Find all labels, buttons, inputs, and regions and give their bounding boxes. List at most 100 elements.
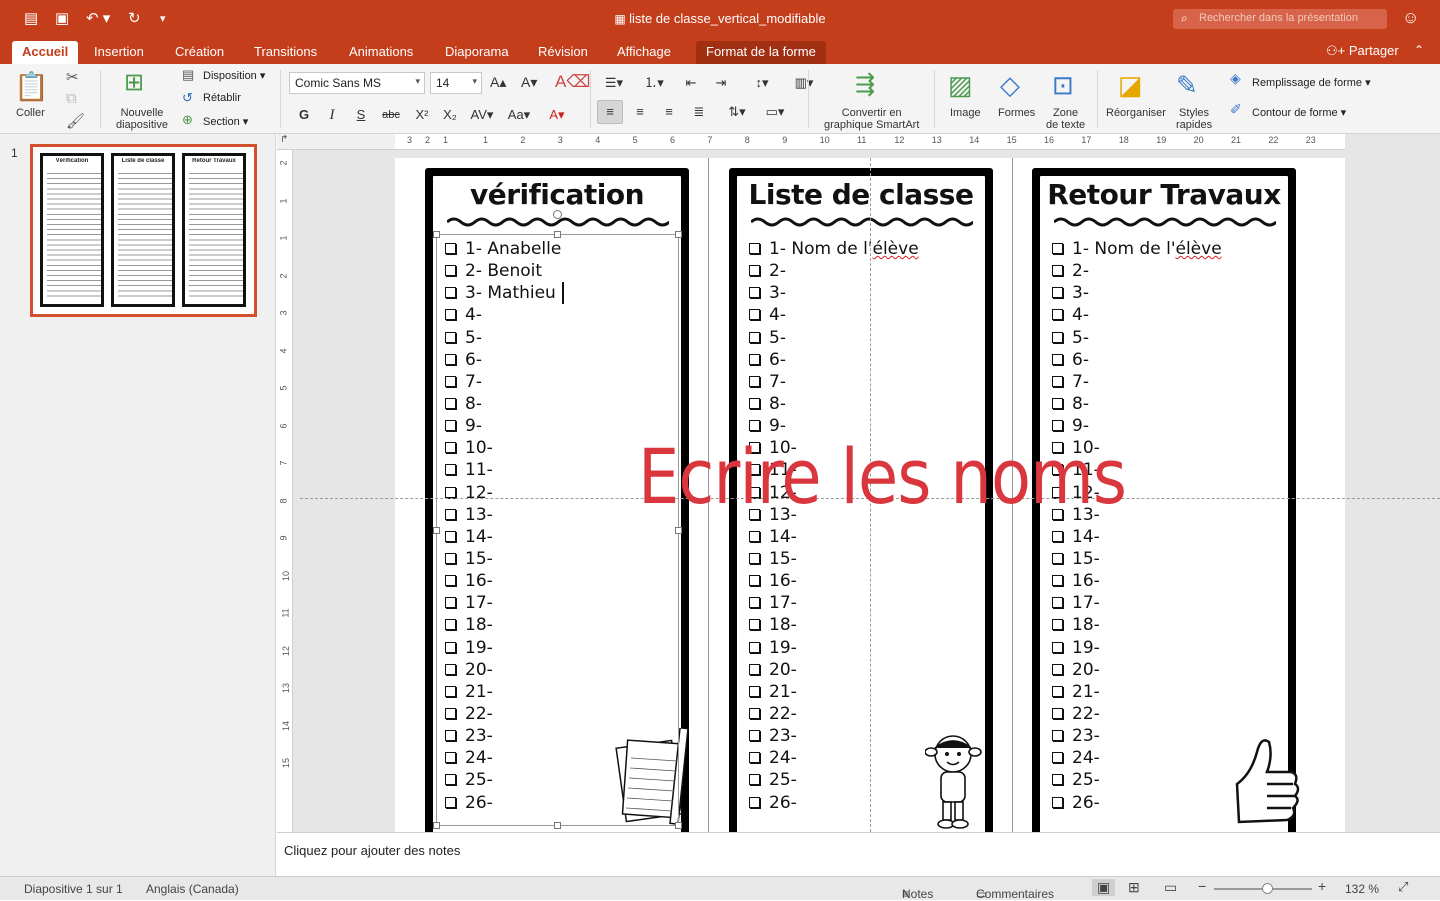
layout-button[interactable]: Disposition ▾ — [203, 69, 265, 82]
zoom-out-icon[interactable]: − — [1198, 878, 1206, 894]
list-item[interactable]: 5- — [749, 327, 919, 349]
resize-handle[interactable] — [675, 822, 682, 829]
list-item[interactable]: 17- — [749, 592, 919, 614]
tab-stop-icon[interactable]: ↱ — [280, 134, 288, 145]
decrease-indent-icon[interactable]: ⇤ — [678, 71, 704, 95]
tab-transitions[interactable]: Transitions — [254, 44, 317, 59]
list-item[interactable]: 6- — [749, 349, 919, 371]
quick-styles-icon[interactable]: ✎ — [1176, 70, 1198, 101]
list-item[interactable]: 20- — [1052, 659, 1222, 681]
character-spacing-icon[interactable]: AV▾ — [468, 104, 496, 126]
quick-styles-button[interactable]: Styles rapides — [1176, 107, 1212, 131]
italic-button[interactable]: I — [320, 104, 344, 126]
resize-handle[interactable] — [554, 822, 561, 829]
cut-icon[interactable]: ✂ — [66, 68, 79, 86]
list-item[interactable]: 1- Nom de l'élève — [1052, 238, 1222, 260]
list-item[interactable]: 8- — [749, 393, 919, 415]
slide-thumbnail[interactable]: Vérification Liste de classe Retour Trav… — [30, 144, 257, 317]
copy-icon[interactable]: ⧉ — [66, 90, 77, 107]
arrange-icon[interactable]: ◪ — [1118, 70, 1143, 101]
zoom-in-icon[interactable]: + — [1318, 878, 1326, 894]
name-list[interactable]: 1- Nom de l'élève 2- 3- 4- 5- 6- 7- 8- 9- 10- 11- 1… — [1052, 238, 1222, 814]
bullets-icon[interactable]: ☰▾ — [596, 71, 632, 95]
new-slide-label[interactable]: Nouvelle diapositive — [116, 107, 168, 131]
list-item[interactable]: 24- — [1052, 747, 1222, 769]
normal-view-icon[interactable]: ▣ — [1092, 879, 1116, 896]
align-text-icon[interactable]: ▭▾ — [758, 100, 792, 124]
list-item[interactable]: 22- — [749, 703, 919, 725]
list-item[interactable]: 4- — [1052, 304, 1222, 326]
list-item[interactable]: 22- — [1052, 703, 1222, 725]
align-left-icon[interactable]: ≡ — [597, 100, 623, 124]
font-color-icon[interactable]: A▾ — [542, 104, 572, 126]
smartart-icon[interactable]: ⇶ — [855, 70, 875, 99]
list-item[interactable]: 24- — [749, 747, 919, 769]
resize-handle[interactable] — [433, 527, 440, 534]
list-item[interactable]: 19- — [749, 637, 919, 659]
tab-animations[interactable]: Animations — [349, 44, 413, 59]
list-item[interactable]: 14- — [749, 526, 919, 548]
section-button[interactable]: Section ▾ — [203, 115, 248, 128]
list-item[interactable]: 14- — [1052, 526, 1222, 548]
list-item[interactable]: 26- — [1052, 792, 1222, 814]
shape-fill-button[interactable]: Remplissage de forme ▾ — [1252, 76, 1371, 89]
align-right-icon[interactable]: ≡ — [656, 100, 682, 124]
list-item[interactable]: 26- — [749, 792, 919, 814]
textbox-button[interactable]: Zone de texte — [1046, 107, 1085, 131]
list-item[interactable]: 25- — [749, 769, 919, 791]
image-icon[interactable]: ▨ — [948, 70, 973, 101]
zoom-slider-knob[interactable] — [1262, 883, 1273, 894]
align-center-icon[interactable]: ≡ — [627, 100, 653, 124]
list-item[interactable]: 4- — [749, 304, 919, 326]
list-item[interactable]: 23- — [749, 725, 919, 747]
list-item[interactable]: 6- — [1052, 349, 1222, 371]
clear-formatting-icon[interactable]: A⌫ — [555, 72, 590, 92]
shapes-icon[interactable]: ◇ — [1000, 70, 1020, 101]
tab-diaporama[interactable]: Diaporama — [445, 44, 509, 59]
fit-to-window-icon[interactable]: ⤢ — [1398, 879, 1408, 895]
new-slide-icon[interactable]: ⊞ — [124, 68, 144, 97]
list-item[interactable]: 7- — [1052, 371, 1222, 393]
justify-icon[interactable]: ≣ — [686, 100, 712, 124]
notes-pane[interactable]: Cliquez pour ajouter des notes — [277, 832, 1440, 876]
list-item[interactable]: 21- — [1052, 681, 1222, 703]
slide-sorter-icon[interactable]: ⊞ — [1128, 879, 1140, 896]
list-item[interactable]: 5- — [1052, 327, 1222, 349]
list-item[interactable]: 15- — [1052, 548, 1222, 570]
paste-icon[interactable]: 📋 — [14, 70, 49, 103]
list-item[interactable]: 17- — [1052, 592, 1222, 614]
list-item[interactable]: 23- — [1052, 725, 1222, 747]
list-item[interactable]: 2- — [1052, 260, 1222, 282]
collapse-ribbon-icon[interactable]: ⌃ — [1414, 43, 1424, 57]
list-item[interactable]: 16- — [1052, 570, 1222, 592]
list-item[interactable]: 3- — [1052, 282, 1222, 304]
shrink-font-icon[interactable]: A▾ — [521, 74, 537, 91]
bold-button[interactable]: G — [292, 104, 316, 126]
list-item[interactable]: 25- — [1052, 769, 1222, 791]
increase-indent-icon[interactable]: ⇥ — [708, 71, 734, 95]
subscript-icon[interactable]: X₂ — [438, 104, 462, 126]
tab-format-de-la-forme[interactable]: Format de la forme — [696, 41, 826, 65]
underline-button[interactable]: S — [349, 104, 373, 126]
list-item[interactable]: 18- — [1052, 614, 1222, 636]
grow-font-icon[interactable]: A▴ — [490, 74, 506, 91]
zoom-level[interactable]: 132 % — [1345, 882, 1379, 896]
change-case-icon[interactable]: Aa▾ — [504, 104, 534, 126]
resize-handle[interactable] — [433, 231, 440, 238]
reset-button[interactable]: Rétablir — [203, 92, 241, 104]
list-item[interactable]: 7- — [749, 371, 919, 393]
list-item[interactable]: 18- — [749, 614, 919, 636]
resize-handle[interactable] — [675, 231, 682, 238]
numbering-icon[interactable]: ⒈▾ — [636, 71, 672, 95]
font-size-select[interactable]: 14 ▾ — [430, 72, 482, 94]
resize-handle[interactable] — [554, 231, 561, 238]
list-item[interactable]: 16- — [749, 570, 919, 592]
tab-insertion[interactable]: Insertion — [94, 44, 144, 59]
format-painter-icon[interactable]: 🖌 — [66, 112, 85, 130]
resize-handle[interactable] — [675, 527, 682, 534]
arrange-button[interactable]: Réorganiser — [1106, 107, 1166, 119]
list-item[interactable]: 21- — [749, 681, 919, 703]
feedback-smiley-icon[interactable]: ☺ — [1402, 8, 1419, 28]
rotate-handle-icon[interactable] — [553, 210, 562, 219]
strikethrough-button[interactable]: abc — [379, 104, 403, 126]
